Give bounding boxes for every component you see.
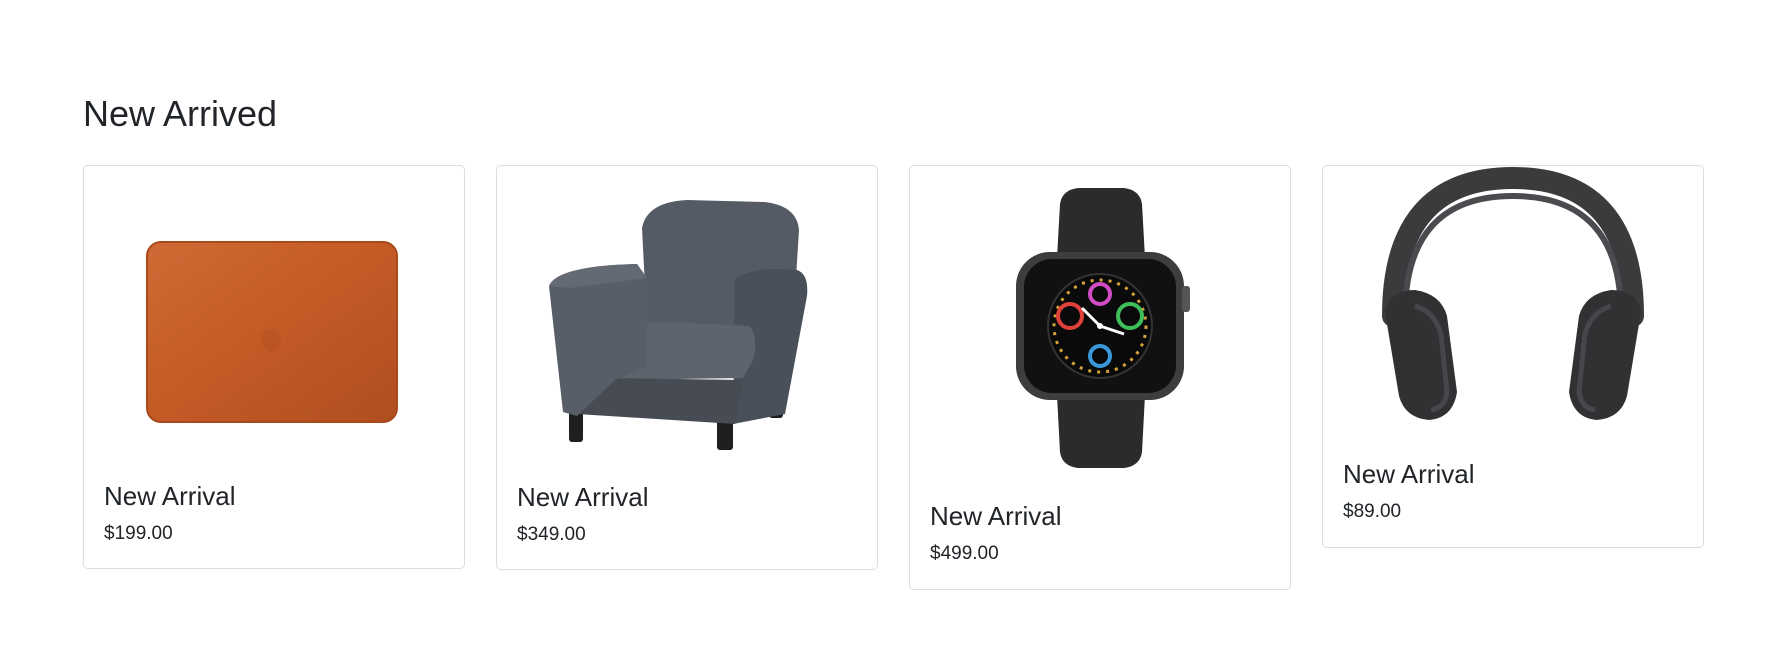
card-title[interactable]: New Arrival — [1343, 458, 1683, 490]
smartwatch-image — [910, 166, 1290, 486]
card-title[interactable]: New Arrival — [517, 481, 857, 513]
section-title: New Arrived — [83, 93, 278, 134]
laptop-sleeve-image — [84, 166, 464, 466]
headphones-image — [1323, 166, 1703, 446]
product-card[interactable]: New Arrival $499.00 — [909, 165, 1291, 590]
card-price: $89.00 — [1343, 501, 1402, 522]
card-price: $199.00 — [104, 523, 173, 544]
armchair-image — [497, 166, 877, 466]
product-card[interactable]: New Arrival $199.00 — [83, 165, 465, 569]
product-card[interactable]: New Arrival $349.00 — [496, 165, 878, 570]
card-title[interactable]: New Arrival — [930, 500, 1270, 532]
card-price: $499.00 — [930, 543, 999, 564]
product-card[interactable]: New Arrival $89.00 — [1322, 165, 1704, 548]
card-price: $349.00 — [517, 524, 586, 545]
card-title[interactable]: New Arrival — [104, 480, 444, 512]
